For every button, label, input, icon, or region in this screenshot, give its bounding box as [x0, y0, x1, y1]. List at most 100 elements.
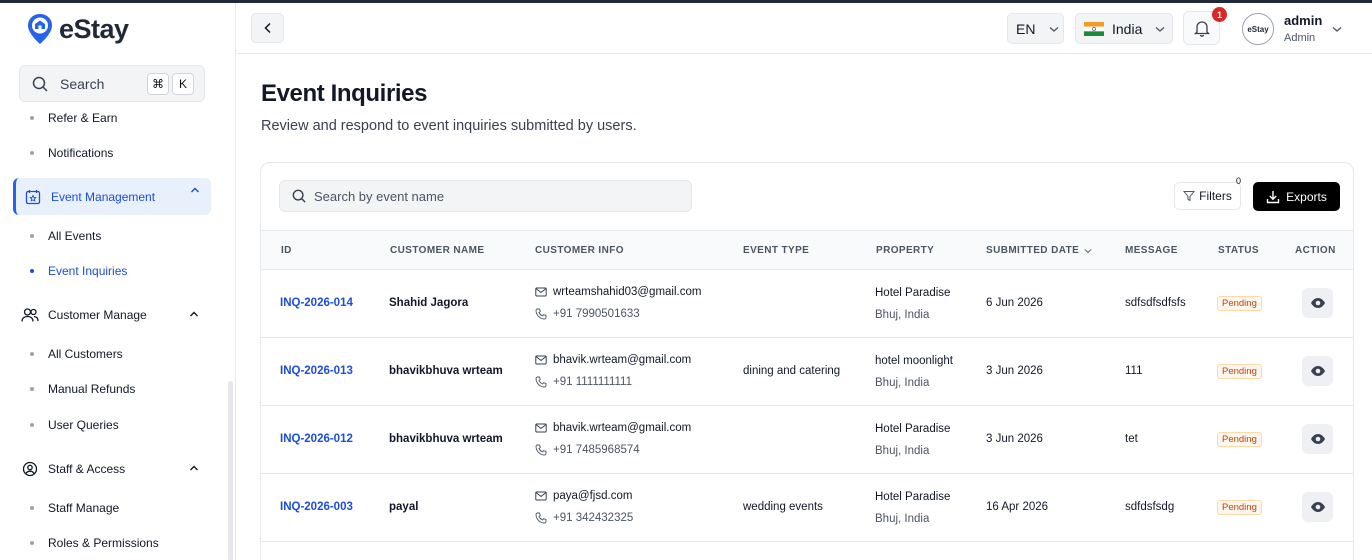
view-button[interactable] [1302, 356, 1333, 386]
filters-count: 0 [1236, 176, 1242, 186]
status-badge: Pending [1217, 432, 1262, 447]
customer-email: bhavik.wrteam@gmail.com [535, 354, 691, 366]
column-property: PROPERTY [876, 245, 935, 256]
column-submitted-date[interactable]: SUBMITTED DATE [986, 245, 1093, 256]
mail-icon [535, 355, 547, 365]
sidebar-search-label: Search [60, 75, 105, 92]
sidebar-scrollbar[interactable] [228, 381, 233, 560]
property-location: Bhuj, India [875, 309, 930, 321]
table-row: INQ-2026-013 bhavikbhuva wrteam bhavik.w… [261, 338, 1353, 406]
property-location: Bhuj, India [875, 377, 930, 389]
view-button[interactable] [1302, 492, 1333, 522]
sidebar-group-staff-access[interactable]: Staff & Access [20, 456, 210, 482]
shortcut-key-cmd: ⌘ [147, 73, 169, 95]
page-subtitle: Review and respond to event inquiries su… [261, 118, 637, 134]
sidebar-item-event-inquiries[interactable]: Event Inquiries [29, 264, 127, 278]
customer-name: bhavikbhuva wrteam [389, 365, 503, 377]
view-button[interactable] [1302, 288, 1333, 318]
column-action: ACTION [1295, 245, 1336, 256]
phone-icon [535, 376, 547, 388]
property-name: Hotel Paradise [875, 491, 951, 503]
brand-logo[interactable]: eStay [27, 13, 129, 45]
column-customer-name: CUSTOMER NAME [390, 245, 485, 256]
sidebar-group-label: Event Management [51, 189, 156, 204]
sidebar-item-notifications[interactable]: Notifications [29, 146, 113, 160]
sidebar-group-event-management[interactable]: Event Management [13, 178, 211, 215]
user-gear-icon [20, 459, 40, 479]
sidebar-group-label: Staff & Access [48, 462, 126, 476]
sidebar-item-manual-refunds[interactable]: Manual Refunds [29, 382, 135, 396]
property-name: hotel moonlight [875, 355, 953, 367]
sidebar-search[interactable]: Search ⌘ K [19, 65, 205, 102]
inquiry-id-link[interactable]: INQ-2026-003 [280, 501, 353, 513]
inquiry-id-link[interactable]: INQ-2026-012 [280, 433, 353, 445]
eye-icon [1310, 434, 1325, 444]
message: sdfdsfsdg [1125, 501, 1175, 513]
event-search[interactable] [279, 180, 692, 212]
sidebar-item-all-customers[interactable]: All Customers [30, 347, 123, 361]
calendar-star-icon [23, 187, 43, 207]
brand-name: eStay [59, 13, 129, 44]
property-location: Bhuj, India [875, 513, 930, 525]
column-event-type: EVENT TYPE [743, 245, 810, 256]
message: 111 [1125, 365, 1143, 377]
event-type: wedding events [743, 501, 823, 513]
sidebar-item-staff-manage[interactable]: Staff Manage [29, 501, 119, 515]
customer-name: Shahid Jagora [389, 297, 469, 309]
language-select[interactable]: EN [1007, 13, 1064, 44]
country-select[interactable]: India [1075, 13, 1173, 44]
chevron-down-icon[interactable] [1331, 22, 1343, 40]
customer-phone: +91 1111111111 [535, 376, 632, 388]
chevron-left-icon [263, 22, 271, 34]
filters-button[interactable]: Filters [1174, 182, 1241, 210]
sidebar-group-label: Customer Manage [48, 308, 147, 322]
sidebar-item-roles-permissions[interactable]: Roles & Permissions [30, 536, 159, 550]
shortcut-key-k: K [172, 73, 194, 95]
chevron-up-icon [188, 462, 200, 477]
sidebar-item-user-queries[interactable]: User Queries [30, 418, 119, 432]
property-name: Hotel Paradise [875, 423, 951, 435]
bell-icon [1193, 21, 1210, 37]
sidebar-item-all-events[interactable]: All Events [29, 229, 101, 243]
user-name: admin [1284, 13, 1323, 28]
sidebar-group-customer-manage[interactable]: Customer Manage [20, 302, 210, 328]
inquiry-id-link[interactable]: INQ-2026-014 [280, 297, 353, 309]
table-row: INQ-2026-012 bhavikbhuva wrteam bhavik.w… [261, 406, 1353, 474]
submitted-date: 6 Jun 2026 [986, 297, 1043, 309]
customer-name: payal [389, 501, 419, 513]
page-title: Event Inquiries [261, 80, 428, 107]
chevron-up-icon [189, 184, 201, 199]
property-location: Bhuj, India [875, 445, 930, 457]
column-customer-info: CUSTOMER INFO [535, 245, 624, 256]
message: tet [1125, 433, 1138, 445]
customer-email: wrteamshahid03@gmail.com [535, 286, 701, 298]
chevron-up-icon [188, 308, 200, 323]
export-button[interactable]: Exports [1253, 182, 1340, 211]
table-row: INQ-2026-014 Shahid Jagora wrteamshahid0… [261, 270, 1353, 338]
phone-icon [535, 444, 547, 456]
event-search-input[interactable] [314, 188, 674, 204]
submitted-date: 3 Jun 2026 [986, 365, 1043, 377]
column-id: ID [281, 245, 292, 256]
chevron-down-icon [1050, 26, 1059, 32]
india-flag-icon [1084, 21, 1104, 36]
customer-phone: +91 7485968574 [535, 444, 640, 456]
table-header: ID CUSTOMER NAME CUSTOMER INFO EVENT TYP… [261, 230, 1353, 270]
notification-badge: 1 [1212, 7, 1227, 22]
phone-icon [535, 512, 547, 524]
back-button[interactable] [251, 13, 284, 43]
avatar[interactable]: eStay [1242, 13, 1274, 45]
customer-email: bhavik.wrteam@gmail.com [535, 422, 691, 434]
view-button[interactable] [1302, 424, 1333, 454]
language-value: EN [1016, 20, 1036, 37]
customer-email: paya@fjsd.com [535, 490, 632, 502]
filter-icon [1183, 191, 1196, 202]
sidebar: eStay Search ⌘ K Refer & Earn Notificati… [0, 3, 236, 560]
download-icon [1266, 190, 1280, 203]
status-badge: Pending [1217, 500, 1262, 515]
location-pin-icon [28, 14, 52, 44]
inquiry-id-link[interactable]: INQ-2026-013 [280, 365, 353, 377]
sidebar-item-refer-earn[interactable]: Refer & Earn [29, 111, 117, 125]
table-row: INQ-2026-003 payal paya@fjsd.com +91 342… [261, 474, 1353, 542]
search-icon [32, 76, 48, 92]
